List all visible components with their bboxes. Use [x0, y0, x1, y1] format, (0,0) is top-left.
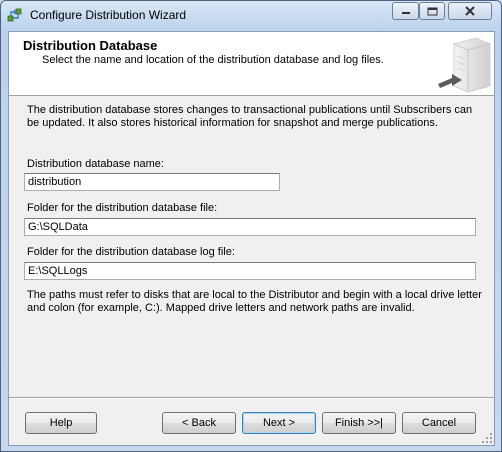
db-name-input[interactable] [24, 173, 280, 191]
footer-divider [9, 397, 494, 399]
server-banner-icon [438, 37, 491, 92]
data-folder-label: Folder for the distribution database fil… [27, 202, 218, 214]
title-bar[interactable]: Configure Distribution Wizard [1, 1, 501, 29]
data-folder-input[interactable] [24, 218, 476, 236]
close-button[interactable] [448, 2, 492, 20]
maximize-icon [427, 7, 437, 15]
wizard-app-icon [7, 8, 22, 22]
next-button[interactable]: Next > [242, 412, 316, 434]
intro-text: The distribution database stores changes… [27, 104, 473, 129]
db-name-label: Distribution database name: [27, 158, 164, 170]
finish-button[interactable]: Finish >>| [322, 412, 396, 434]
paths-note: The paths must refer to disks that are l… [27, 289, 482, 314]
wizard-window: Configure Distribution Wizard Distributi… [0, 0, 502, 452]
wizard-page: Distribution Database Select the name an… [8, 31, 495, 446]
log-folder-input[interactable] [24, 262, 476, 280]
resize-grip-icon[interactable] [481, 432, 493, 444]
back-button[interactable]: < Back [162, 412, 236, 434]
minimize-icon [401, 12, 410, 14]
page-header: Distribution Database Select the name an… [9, 32, 494, 96]
minimize-button[interactable] [392, 2, 419, 20]
page-subtitle: Select the name and location of the dist… [42, 54, 384, 66]
maximize-button[interactable] [419, 2, 445, 20]
close-icon [465, 6, 475, 16]
cancel-button[interactable]: Cancel [402, 412, 476, 434]
log-folder-label: Folder for the distribution database log… [27, 246, 235, 258]
page-title: Distribution Database [23, 38, 158, 53]
window-title: Configure Distribution Wizard [30, 8, 187, 22]
help-button[interactable]: Help [25, 412, 97, 434]
